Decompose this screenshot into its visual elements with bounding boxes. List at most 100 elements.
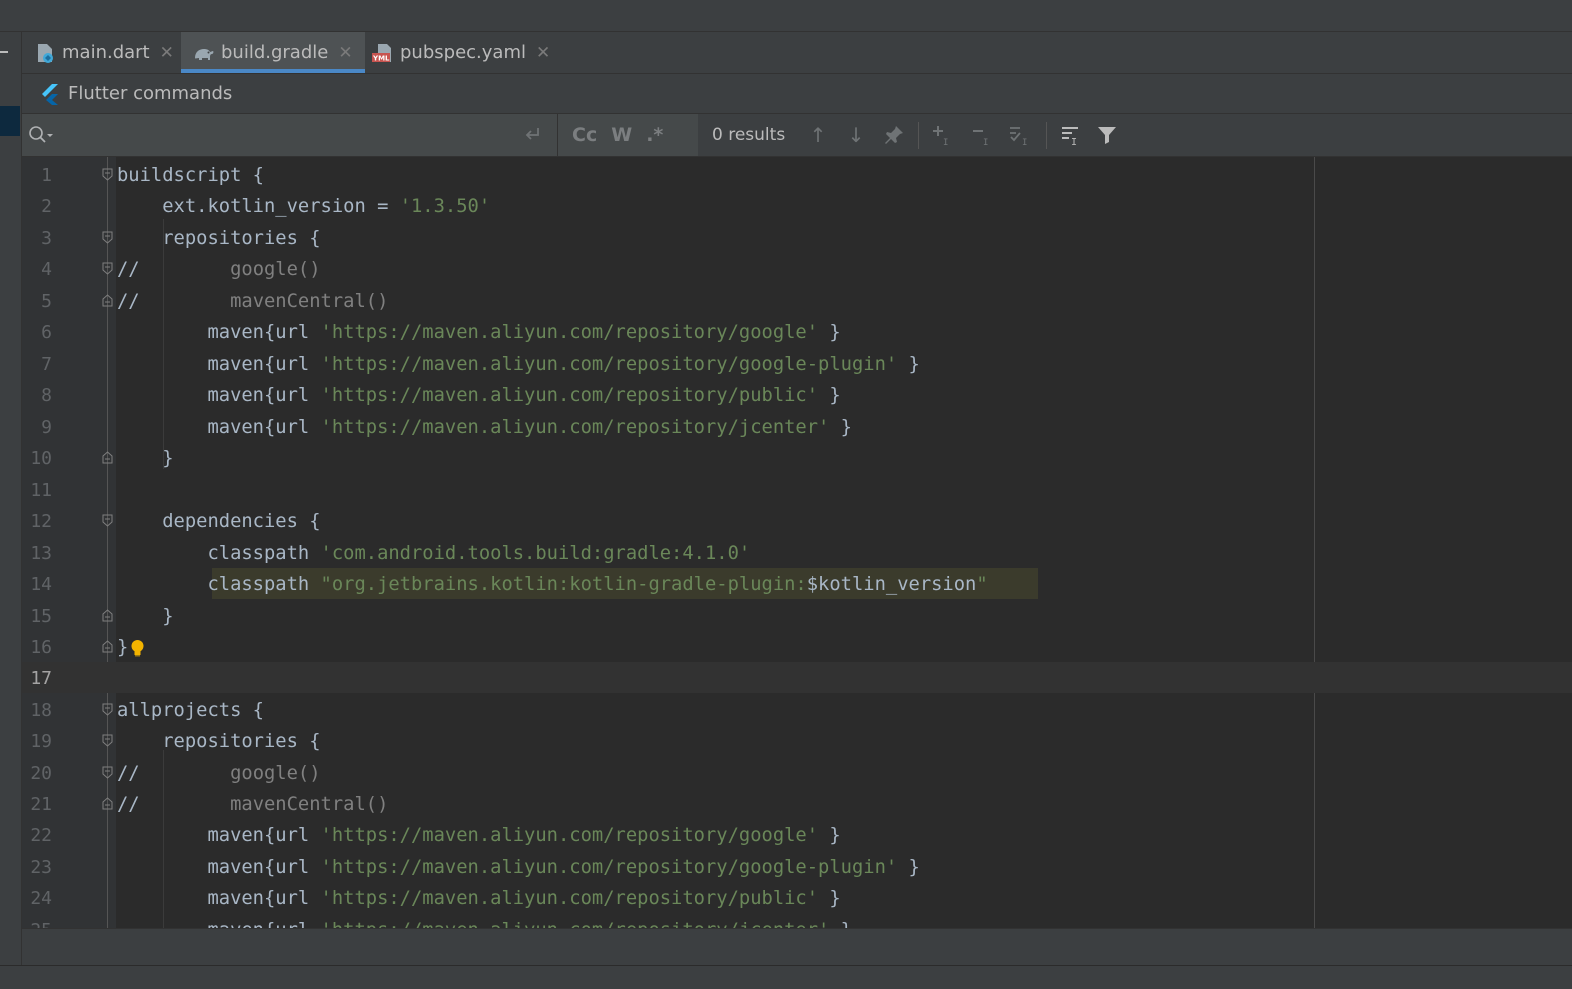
fold-icon[interactable] [102,294,113,307]
code-token: maven{url [117,857,321,878]
remove-occurrence-icon[interactable]: I [970,123,994,147]
search-icon[interactable] [28,125,54,145]
line-number: 3 [41,228,52,249]
line-number: 16 [30,637,52,658]
code-line-20[interactable]: 20 // google() [22,757,1572,788]
line-number: 22 [30,825,52,846]
code-line-15[interactable]: 15 } [22,600,1572,631]
code-line-25[interactable]: 25 maven{url 'https://maven.aliyun.com/r… [22,914,1572,928]
line-number: 7 [41,354,52,375]
tab-build-gradle[interactable]: build.gradle ✕ [181,32,365,73]
project-tool-button[interactable] [0,106,20,136]
fold-icon[interactable] [102,703,113,716]
code-token: classpath [117,574,321,595]
close-icon[interactable]: ✕ [160,43,174,63]
minimize-icon[interactable] [0,51,8,53]
new-line-icon[interactable] [522,124,544,146]
tab-label: main.dart [62,42,150,63]
fold-icon[interactable] [102,766,113,779]
next-occurrence-icon[interactable]: ↓ [844,123,868,147]
code-line-17[interactable]: 17 [22,662,1572,693]
whole-words-toggle[interactable]: W [611,124,632,146]
code-line-16[interactable]: 16 } [22,631,1572,662]
fold-icon[interactable] [102,451,113,464]
code-line-18[interactable]: 18 allprojects { [22,694,1572,725]
line-number: 2 [41,196,52,217]
code-line-12[interactable]: 12 dependencies { [22,505,1572,536]
code-line-9[interactable]: 9 maven{url 'https://maven.aliyun.com/re… [22,411,1572,442]
code-text: dependencies { [117,511,321,532]
code-token: maven{url [117,385,321,406]
svg-text:YML: YML [372,54,390,62]
fold-icon[interactable] [102,168,113,181]
svg-text:I: I [1022,138,1027,147]
line-number: 18 [30,700,52,721]
fold-icon[interactable] [102,734,113,747]
code-line-2[interactable]: 2 ext.kotlin_version = '1.3.50' [22,190,1572,221]
code-line-23[interactable]: 23 maven{url 'https://maven.aliyun.com/r… [22,851,1572,882]
code-line-4[interactable]: 4 // google() [22,253,1572,284]
filter-search-results-icon[interactable]: I [1059,123,1083,147]
code-token: } [818,825,841,846]
code-line-22[interactable]: 22 maven{url 'https://maven.aliyun.com/r… [22,819,1572,850]
code-token: } [829,920,852,928]
fold-icon[interactable] [102,231,113,244]
line-number: 23 [30,857,52,878]
dart-file-icon [38,43,53,63]
code-line-3[interactable]: 3 repositories { [22,222,1572,253]
line-number: 5 [41,291,52,312]
svg-text:I: I [943,138,948,147]
code-line-6[interactable]: 6 maven{url 'https://maven.aliyun.com/re… [22,316,1572,347]
code-line-1[interactable]: 1 buildscript { [22,159,1572,190]
string-literal: 'https://maven.aliyun.com/repository/jce… [320,417,830,438]
code-line-5[interactable]: 5 // mavenCentral() [22,285,1572,316]
code-line-13[interactable]: 13 classpath 'com.android.tools.build:gr… [22,537,1572,568]
tool-window-strip [0,32,22,967]
code-token: maven{url [117,417,321,438]
comment-text: mavenCentral() [139,291,389,312]
add-occurrence-icon[interactable]: I [930,123,954,147]
fold-icon[interactable] [102,609,113,622]
code-line-11[interactable]: 11 [22,474,1572,505]
code-token: maven{url [117,888,321,909]
code-text: // google() [117,758,321,789]
code-token: maven{url [117,920,321,928]
previous-occurrence-icon[interactable]: ↑ [806,123,830,147]
select-all-occurrences-icon[interactable]: I [1008,123,1032,147]
tab-main-dart[interactable]: main.dart ✕ [34,32,174,73]
comment-text: google() [139,763,321,784]
fold-icon[interactable] [102,797,113,810]
tab-pubspec-yaml[interactable]: YML pubspec.yaml ✕ [372,32,550,73]
lightbulb-icon[interactable] [130,639,145,657]
code-text: repositories { [117,228,321,249]
fold-icon[interactable] [102,640,113,653]
flutter-commands-link[interactable]: Flutter commands [68,83,232,104]
code-line-19[interactable]: 19 repositories { [22,725,1572,756]
line-number: 21 [30,794,52,815]
filter-icon[interactable] [1095,123,1119,147]
pin-icon[interactable] [882,123,906,147]
search-input[interactable] [22,114,557,156]
find-bar: Cc W .* 0 results ↑ ↓ I I I I [22,114,1572,157]
fold-icon[interactable] [102,262,113,275]
line-number: 14 [30,574,52,595]
close-icon[interactable]: ✕ [536,43,550,63]
code-line-7[interactable]: 7 maven{url 'https://maven.aliyun.com/re… [22,348,1572,379]
code-line-14[interactable]: 14 classpath "org.jetbrains.kotlin:kotli… [22,568,1572,599]
code-line-21[interactable]: 21 // mavenCentral() [22,788,1572,819]
code-line-10[interactable]: 10 } [22,442,1572,473]
tab-label: build.gradle [221,42,329,63]
match-case-toggle[interactable]: Cc [572,124,597,146]
string-literal: 'https://maven.aliyun.com/repository/jce… [321,920,830,928]
fold-icon[interactable] [102,514,113,527]
code-line-24[interactable]: 24 maven{url 'https://maven.aliyun.com/r… [22,882,1572,913]
code-text: } [117,637,129,658]
comment-marker: // [117,291,140,312]
code-line-8[interactable]: 8 maven{url 'https://maven.aliyun.com/re… [22,379,1572,410]
code-token: } [829,417,852,438]
close-icon[interactable]: ✕ [338,43,352,63]
tab-label: pubspec.yaml [400,42,526,63]
code-editor[interactable]: 1 buildscript { 2 ext.kotlin_version = '… [22,157,1572,928]
regex-toggle[interactable]: .* [646,124,663,146]
template-variable: $kotlin_version [806,574,977,595]
